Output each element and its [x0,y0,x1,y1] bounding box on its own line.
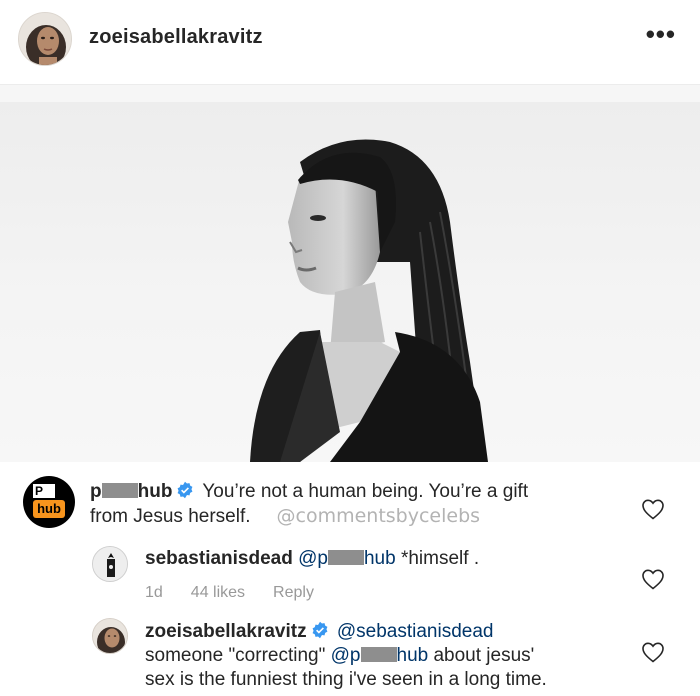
reply-time: 1d [145,584,163,601]
comment-avatar[interactable]: P hub [23,476,75,528]
heart-icon[interactable] [641,641,665,663]
profile-avatar[interactable] [18,12,72,66]
heart-icon[interactable] [641,498,665,520]
reply-text: zoeisabellakravitz @sebastianisdead some… [145,620,635,692]
comment-username[interactable]: p hub [90,481,172,502]
reply-button[interactable]: Reply [273,584,314,601]
post-photo[interactable] [0,102,700,462]
avatar-word: hub [33,500,65,518]
comment-text: p hub You’re not a human being. You’re a … [90,480,630,529]
reply-mention[interactable]: @p hub [298,548,396,569]
avatar-letter: P [33,484,55,498]
comment-avatar[interactable] [92,546,128,582]
reply-mention[interactable]: @p hub [331,645,429,666]
reply-line: sex is the funniest thing i've seen in a… [145,669,547,690]
watermark: @commentsbycelebs [276,505,481,527]
heart-icon[interactable] [641,568,665,590]
post-header: zoeisabellakravitz ••• [0,0,700,84]
divider [0,84,700,102]
comment-line: You’re not a human being. You’re a gift [202,481,529,502]
reply-text: sebastianisdead @p hub *himself . [145,547,625,571]
reply-username[interactable]: sebastianisdead [145,548,293,569]
reply-body: *himself . [400,548,480,569]
reply-likes[interactable]: 44 likes [191,584,245,601]
comment-avatar[interactable] [92,618,128,654]
verified-badge-icon [178,481,193,499]
reply-username[interactable]: zoeisabellakravitz [145,621,307,642]
reply-meta: 1d 44 likes Reply [145,584,342,602]
reply-mention[interactable]: @sebastianisdead [337,621,494,642]
comment-line: from Jesus herself. [90,506,251,527]
verified-badge-icon [312,621,328,639]
reply-line: someone "correcting" [145,645,326,666]
more-options-icon[interactable]: ••• [646,21,676,47]
post-username[interactable]: zoeisabellakravitz [89,26,263,49]
reply-line: about jesus' [433,645,535,666]
